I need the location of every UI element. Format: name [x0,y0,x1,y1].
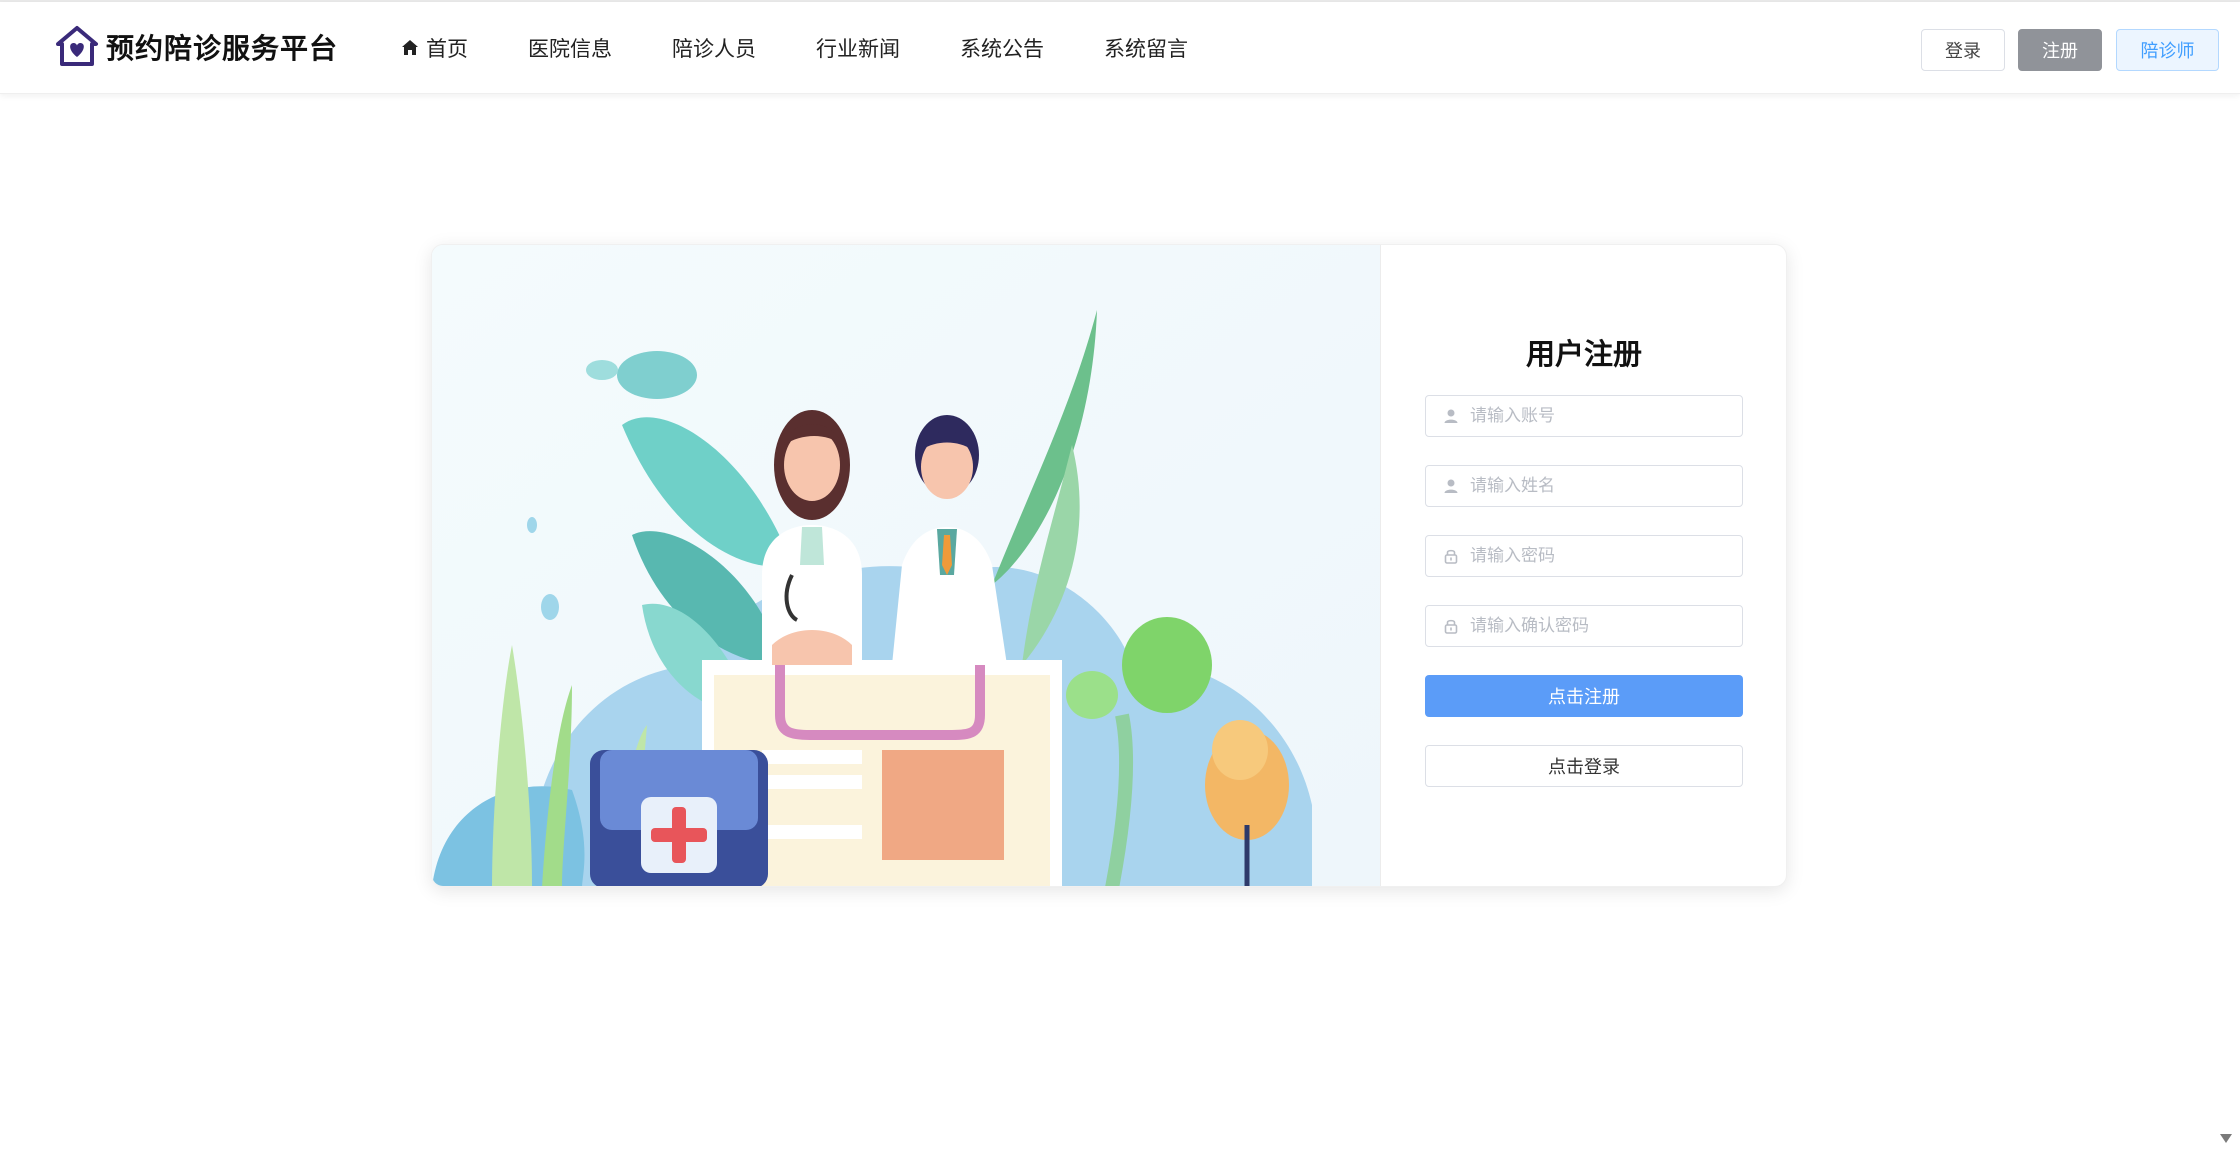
nav-hospital-info[interactable]: 医院信息 [528,33,612,63]
nav-industry-news[interactable]: 行业新闻 [816,33,900,63]
scroll-down-icon[interactable] [2218,1131,2234,1145]
top-navbar: 预约陪诊服务平台 首页 医院信息 陪诊人员 行业新闻 系统公告 系统留言 登录 … [0,2,2240,94]
nav-system-notice[interactable]: 系统公告 [960,33,1044,63]
name-field[interactable] [1425,465,1743,507]
account-input[interactable] [1470,406,1730,426]
nav-industry-news-label: 行业新闻 [816,37,900,61]
nav-message-board[interactable]: 系统留言 [1104,33,1188,63]
confirm-password-input[interactable] [1470,616,1730,636]
confirm-password-field[interactable] [1425,605,1743,647]
lock-icon [1444,549,1458,564]
escort-login-button[interactable]: 陪诊师 [2116,29,2219,71]
submit-register-button[interactable]: 点击注册 [1425,675,1743,717]
register-card: 用户注册 请输入账号 请输入姓名 点击注册 点击登录 [431,244,1787,887]
account-field[interactable] [1425,395,1743,437]
register-form: 用户注册 请输入账号 请输入姓名 点击注册 点击登录 [1425,245,1743,886]
nav-system-notice-label: 系统公告 [960,37,1044,61]
home-icon [402,40,418,55]
user-icon [1444,479,1458,493]
site-logo[interactable]: 预约陪诊服务平台 [54,24,338,70]
site-title: 预约陪诊服务平台 [106,32,339,65]
nav-home-label: 首页 [426,37,468,61]
medical-illustration [432,245,1380,886]
login-button[interactable]: 登录 [1921,29,2005,71]
nav-message-board-label: 系统留言 [1104,37,1188,61]
name-input[interactable] [1470,476,1730,496]
nav-home[interactable]: 首页 [400,33,468,63]
nav-hospital-info-label: 医院信息 [528,37,612,61]
card-divider [1380,245,1381,886]
doctors-illustration-image [432,245,1380,886]
form-title: 用户注册 [1525,337,1642,371]
password-input[interactable] [1470,546,1730,566]
password-field[interactable] [1425,535,1743,577]
lock-icon [1444,619,1458,634]
nav-escort-staff[interactable]: 陪诊人员 [672,33,756,63]
user-icon [1444,409,1458,423]
main-nav: 首页 医院信息 陪诊人员 行业新闻 系统公告 系统留言 [400,2,1248,94]
nav-escort-staff-label: 陪诊人员 [672,37,756,61]
house-heart-icon [56,26,98,66]
register-button[interactable]: 注册 [2018,29,2102,71]
go-login-button[interactable]: 点击登录 [1425,745,1743,787]
